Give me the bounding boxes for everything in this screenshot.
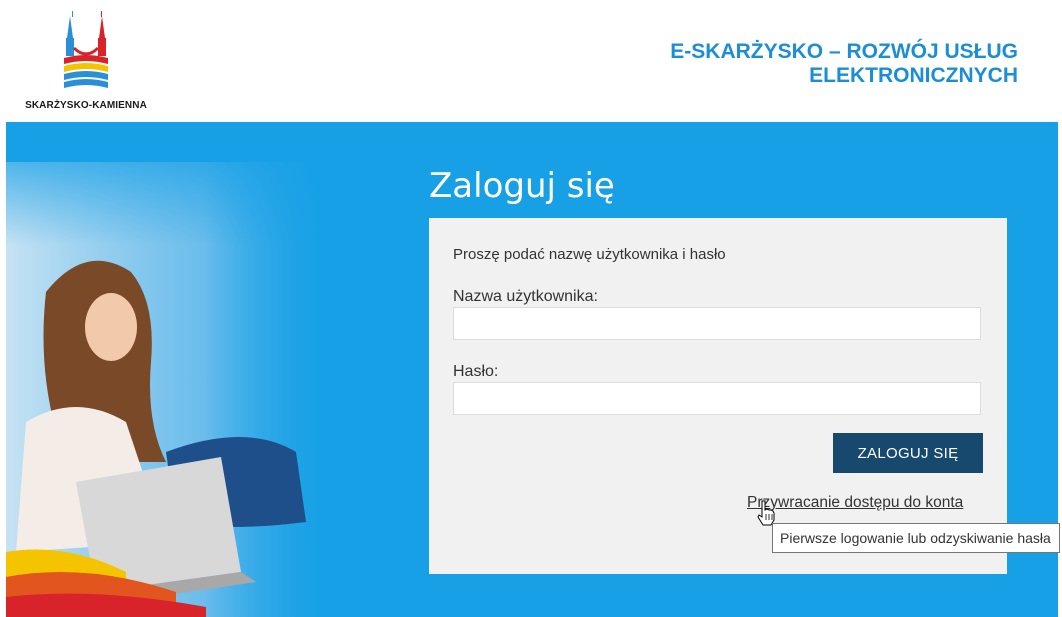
- account-recovery-link[interactable]: Przywracanie dostępu do konta: [747, 494, 963, 512]
- password-input[interactable]: [454, 383, 980, 414]
- logo-caption: SKARŻYSKO-KAMIENNA: [25, 100, 147, 111]
- site-title-line2: ELEKTRONICZNYCH: [809, 64, 1018, 87]
- password-field[interactable]: [453, 382, 981, 415]
- username-label: Nazwa użytkownika:: [453, 288, 598, 305]
- login-button[interactable]: ZALOGUJ SIĘ: [833, 433, 983, 473]
- recovery-tooltip: Pierwsze logowanie lub odzyskiwanie hasł…: [772, 523, 1060, 553]
- city-logo[interactable]: SKARŻYSKO-KAMIENNA: [6, 8, 166, 118]
- username-field[interactable]: [453, 307, 981, 340]
- site-title-line1: E-SKARŻYSKO – ROZWÓJ USŁUG: [670, 40, 1018, 63]
- login-instruction: Proszę podać nazwę użytkownika i hasło: [453, 246, 726, 263]
- city-crest-icon: [64, 11, 108, 88]
- hero-photo-woman-laptop: [6, 122, 336, 617]
- login-title: Zaloguj się: [429, 166, 615, 206]
- password-label: Hasło:: [453, 363, 499, 380]
- site-title: E-SKARŻYSKO – ROZWÓJ USŁUG ELEKTRONICZNY…: [670, 40, 1018, 88]
- site-header: SKARŻYSKO-KAMIENNA E-SKARŻYSKO – ROZWÓJ …: [0, 0, 1062, 122]
- username-input[interactable]: [454, 308, 980, 339]
- login-panel: Proszę podać nazwę użytkownika i hasło N…: [429, 218, 1007, 574]
